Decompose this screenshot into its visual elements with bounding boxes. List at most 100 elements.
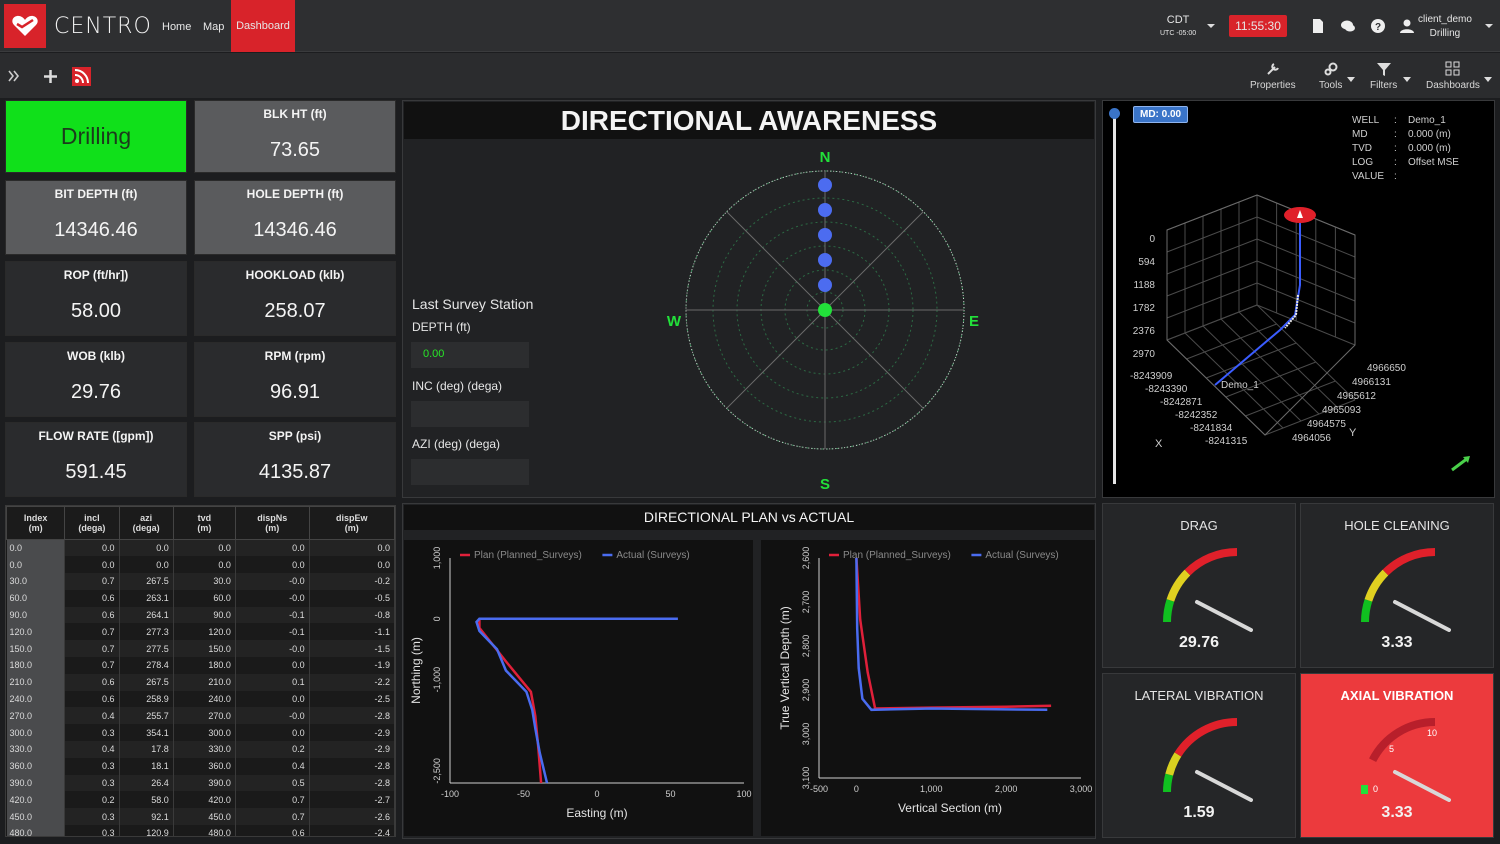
legend-entry[interactable]: Actual (Surveys): [616, 550, 689, 561]
table-cell: 60.0: [173, 589, 236, 607]
survey-point[interactable]: [818, 253, 832, 267]
table-row[interactable]: 30.0 0.7 267.5 30.0 -0.0 -0.2: [6, 573, 395, 590]
table-row[interactable]: 270.0 0.4 255.7 270.0 -0.0 -2.8: [6, 707, 395, 725]
table-row[interactable]: 90.0 0.6 264.1 90.0 -0.1 -0.8: [6, 606, 395, 624]
table-cell: 92.1: [119, 808, 174, 826]
column-header-name: dispEw: [336, 513, 368, 523]
table-cell: 0.4: [235, 757, 310, 775]
survey-point[interactable]: [818, 203, 832, 217]
gauge-lateral-vibration[interactable]: LATERAL VIBRATION 1.59: [1102, 673, 1296, 838]
kpi-hookload: HOOKLOAD (klb) 258.07: [194, 261, 396, 336]
table-row[interactable]: 420.0 0.2 58.0 420.0 0.7 -2.7: [6, 791, 395, 809]
series-line[interactable]: [478, 618, 543, 784]
table-cell: 17.8: [119, 741, 174, 758]
help-icon[interactable]: ?: [1370, 18, 1386, 34]
series-line[interactable]: [855, 557, 1048, 712]
well-info-block: WELL: Demo_1 MD:0.000 (m) TVD:0.000 (m) LOG:…: [1352, 114, 1459, 184]
well-info-row: WELL: Demo_1: [1352, 114, 1459, 128]
table-cell: 0.4: [64, 707, 120, 725]
table-cell: 277.5: [119, 640, 174, 658]
gauge-drag[interactable]: DRAG 29.76: [1102, 503, 1296, 668]
chevron-down-icon[interactable]: [1484, 22, 1500, 38]
chevron-down-icon[interactable]: [1347, 77, 1355, 83]
table-cell: -2.9: [309, 741, 395, 758]
table-row[interactable]: 480.0 0.3 120.9 480.0 0.6 -2.4: [6, 825, 395, 836]
column-header[interactable]: incl (dega): [64, 506, 120, 540]
rss-icon[interactable]: [72, 67, 91, 86]
filters-button[interactable]: Filters: [1370, 61, 1397, 91]
chevron-down-icon[interactable]: [1484, 77, 1492, 83]
plan-view-chart[interactable]: -100 -50 0 50 100 1,000 0 -1,000 -2,500 Easting (…: [404, 540, 753, 836]
md-slider-handle[interactable]: [1109, 108, 1120, 119]
table-cell: -2.4: [309, 825, 395, 836]
gauge-tick-label: 10: [1427, 728, 1437, 738]
table-row[interactable]: 150.0 0.7 277.5 150.0 -0.0 -1.5: [6, 640, 395, 658]
compass-south: S: [820, 476, 830, 493]
chevron-down-icon[interactable]: [1403, 77, 1411, 83]
table-row[interactable]: 210.0 0.6 267.5 210.0 0.1 -2.2: [6, 673, 395, 691]
axis-gizmo-icon[interactable]: [1450, 452, 1474, 474]
table-row[interactable]: 300.0 0.3 354.1 300.0 0.0 -2.9: [6, 724, 395, 742]
user-menu[interactable]: client_demo Drilling: [1418, 13, 1472, 41]
table-row[interactable]: 0.0 0.0 0.0 0.0 0.0 0.0: [6, 556, 395, 574]
table-cell: -0.1: [235, 623, 310, 641]
chevron-down-icon[interactable]: [1206, 22, 1222, 38]
gauge-hole-cleaning[interactable]: HOLE CLEANING 3.33: [1300, 503, 1494, 668]
table-cell: -2.5: [309, 690, 395, 708]
document-icon[interactable]: [1310, 18, 1326, 34]
table-cell: 264.1: [119, 606, 174, 624]
dashboards-button[interactable]: Dashboards: [1426, 61, 1480, 91]
legend-entry[interactable]: Plan (Planned_Surveys): [843, 550, 951, 561]
table-row[interactable]: 330.0 0.4 17.8 330.0 0.2 -2.9: [6, 741, 395, 758]
column-header[interactable]: dispEw (m): [308, 506, 395, 540]
current-survey-point[interactable]: [818, 303, 832, 317]
gauge-value: 3.33: [1381, 804, 1413, 821]
survey-point[interactable]: [818, 178, 832, 192]
survey-table[interactable]: Index (m) incl (dega) azi (dega) tvd (m) dispNs(…: [5, 505, 396, 837]
double-chevron-right-icon[interactable]: [8, 70, 20, 82]
properties-button[interactable]: Properties: [1250, 61, 1296, 91]
column-header[interactable]: tvd (m): [172, 506, 236, 540]
column-header[interactable]: dispNs (m): [234, 506, 310, 540]
table-row[interactable]: 0.0 0.0 0.0 0.0 0.0 0.0: [6, 539, 395, 557]
column-header[interactable]: Index (m): [6, 506, 66, 540]
heart-logo-icon[interactable]: [4, 4, 46, 48]
md-badge: MD: 0.00: [1133, 106, 1189, 123]
table-row[interactable]: 120.0 0.7 277.3 120.0 -0.1 -1.1: [6, 623, 395, 641]
vertical-section-chart[interactable]: -500 0 1,000 2,000 3,000 2,600 2,700 2,800 2,900…: [761, 540, 1095, 836]
nav-map[interactable]: Map: [203, 21, 224, 33]
series-line[interactable]: [855, 557, 1052, 710]
kpi-hole-depth: HOLE DEPTH (ft) 14346.46: [194, 180, 396, 255]
survey-point[interactable]: [818, 228, 832, 242]
tools-button[interactable]: Tools: [1319, 61, 1342, 91]
z-tick-label: 2376: [1133, 326, 1156, 337]
table-row[interactable]: 240.0 0.6 258.9 240.0 0.0 -2.5: [6, 690, 395, 708]
legend-entry[interactable]: Plan (Planned_Surveys): [474, 550, 582, 561]
plan-vs-actual-title: DIRECTIONAL PLAN vs ACTUAL: [404, 505, 1094, 530]
gauge-dial: [1163, 718, 1253, 802]
gauge-axial-vibration[interactable]: AXIAL VIBRATION 3.33 0 5 10: [1300, 673, 1494, 838]
table-cell: 420.0: [173, 791, 236, 809]
kpi-spp: SPP (psi) 4135.87: [194, 422, 396, 497]
chat-icon[interactable]: [1340, 18, 1356, 34]
table-cell: 0.0: [309, 556, 395, 574]
table-row[interactable]: 60.0 0.6 263.1 60.0 -0.0 -0.5: [6, 589, 395, 607]
kpi-label: BIT DEPTH (ft): [54, 187, 138, 201]
series-line[interactable]: [475, 617, 678, 784]
table-row[interactable]: 360.0 0.3 18.1 360.0 0.4 -2.8: [6, 757, 395, 775]
table-row[interactable]: 390.0 0.3 26.4 390.0 0.5 -2.8: [6, 774, 395, 792]
column-header[interactable]: azi (dega): [118, 506, 174, 540]
table-cell: 390.0: [173, 774, 236, 792]
table-cell: 30.0: [173, 573, 236, 590]
nav-home[interactable]: Home: [162, 21, 191, 33]
legend-entry[interactable]: Actual (Surveys): [985, 550, 1058, 561]
nav-dashboard[interactable]: Dashboard: [231, 0, 295, 52]
user-icon[interactable]: [1399, 18, 1415, 34]
table-cell: -2.9: [309, 724, 395, 742]
timezone-selector[interactable]: CDT UTC -05:00: [1160, 14, 1196, 40]
table-row[interactable]: 450.0 0.3 92.1 450.0 0.7 -2.6: [6, 808, 395, 826]
y-axis-title: True Vertical Depth (m): [778, 606, 792, 730]
survey-point[interactable]: [818, 278, 832, 292]
table-row[interactable]: 180.0 0.7 278.4 180.0 0.0 -1.9: [6, 657, 395, 674]
plus-icon[interactable]: [43, 69, 58, 84]
